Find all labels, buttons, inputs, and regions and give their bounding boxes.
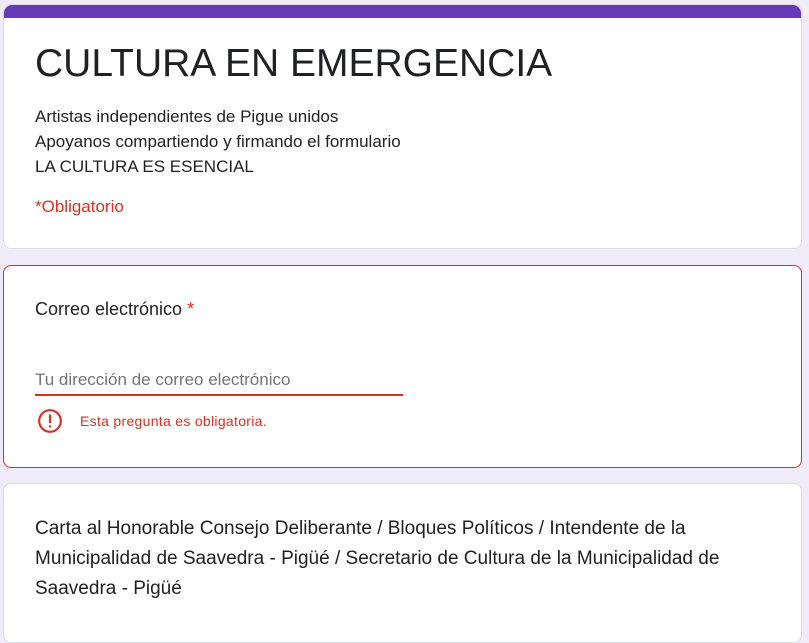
question-label: Correo electrónico * xyxy=(35,299,194,320)
letter-section-card: Carta al Honorable Consejo Deliberante /… xyxy=(3,483,802,643)
form-description-line-1: Artistas independientes de Pigue unidos xyxy=(35,107,339,126)
email-field[interactable] xyxy=(35,366,403,396)
error-circle-icon xyxy=(38,409,62,433)
form-description-line-3: LA CULTURA ES ESENCIAL xyxy=(35,157,254,176)
required-note: *Obligatorio xyxy=(35,197,124,216)
validation-error: Esta pregunta es obligatoria. xyxy=(37,408,267,434)
email-question-card: Correo electrónico * Esta pregunta es ob… xyxy=(3,265,802,468)
required-asterisk: * xyxy=(187,299,195,319)
form-description-line-2: Apoyanos compartiendo y firmando el form… xyxy=(35,132,401,151)
form-header-card: CULTURA EN EMERGENCIA Artistas independi… xyxy=(3,4,802,249)
question-label-text: Correo electrónico xyxy=(35,299,183,319)
error-message: Esta pregunta es obligatoria. xyxy=(80,413,267,429)
section-title: Carta al Honorable Consejo Deliberante /… xyxy=(35,518,720,599)
form-title: CULTURA EN EMERGENCIA xyxy=(35,42,553,85)
header-accent-bar xyxy=(4,5,801,18)
